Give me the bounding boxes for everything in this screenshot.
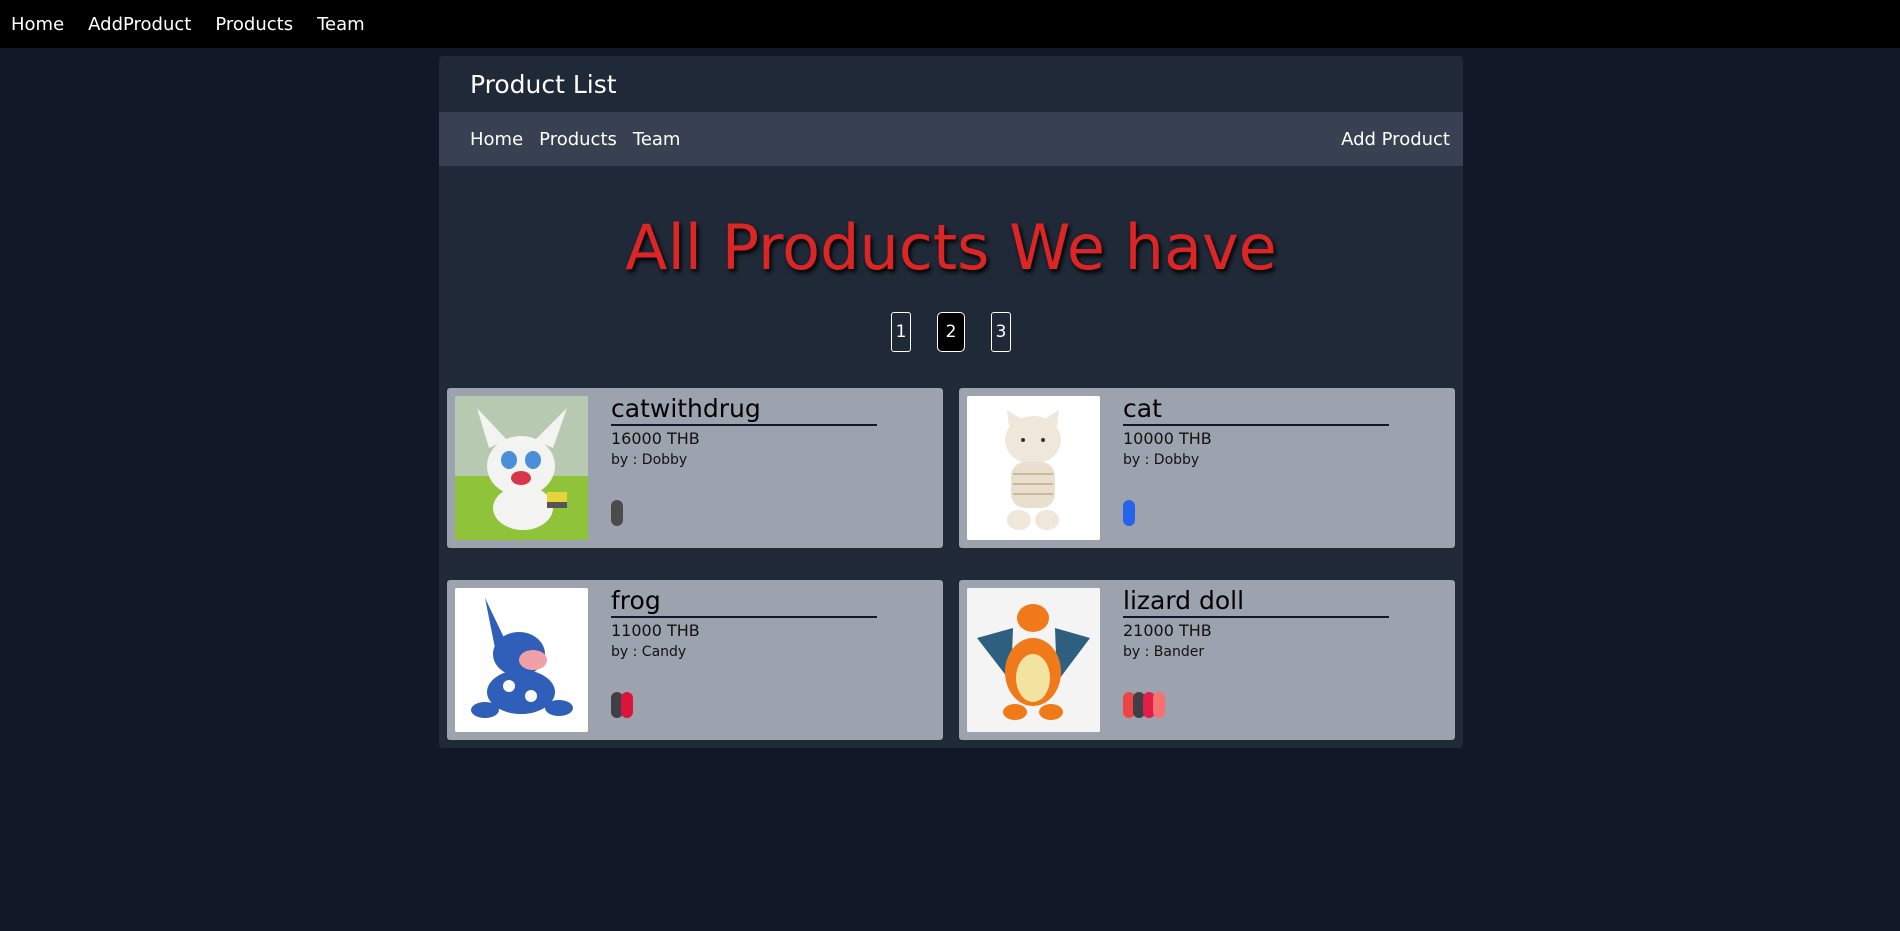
topnav-products-link[interactable]: Products — [215, 14, 293, 35]
product-price: 10000 THB — [1123, 429, 1212, 448]
page-button-1[interactable]: 1 — [891, 312, 911, 352]
page-heading: All Products We have — [625, 211, 1277, 284]
product-image[interactable] — [967, 396, 1100, 540]
product-price: 21000 THB — [1123, 621, 1212, 640]
product-seller: by : Dobby — [611, 452, 688, 468]
product-card[interactable]: catwithdrug 16000 THB by : Dobby — [447, 388, 943, 548]
product-name[interactable]: cat — [1123, 394, 1389, 426]
color-swatches — [611, 500, 623, 526]
cat-plush-image — [967, 396, 1100, 540]
product-name[interactable]: frog — [611, 586, 877, 618]
subnav-home-link[interactable]: Home — [470, 129, 523, 150]
top-navbar: Home AddProduct Products Team — [0, 0, 1900, 48]
gatomon-plush-image — [455, 396, 588, 540]
product-price: 16000 THB — [611, 429, 700, 448]
color-swatches — [611, 692, 633, 718]
product-image[interactable] — [455, 396, 588, 540]
pagination: 1 2 3 — [439, 312, 1463, 352]
color-swatch[interactable] — [1123, 500, 1135, 526]
subnav-add-product-link[interactable]: Add Product — [1341, 129, 1450, 150]
color-swatches — [1123, 692, 1165, 718]
subnav-products-link[interactable]: Products — [539, 129, 617, 150]
product-seller: by : Dobby — [1123, 452, 1200, 468]
page-button-2[interactable]: 2 — [937, 312, 965, 352]
product-price: 11000 THB — [611, 621, 700, 640]
product-card[interactable]: lizard doll 21000 THB by : Bander — [959, 580, 1455, 740]
page-button-3[interactable]: 3 — [991, 312, 1011, 352]
panel-title: Product List — [470, 69, 617, 99]
product-image[interactable] — [455, 588, 588, 732]
product-seller: by : Candy — [611, 644, 687, 660]
product-seller: by : Bander — [1123, 644, 1205, 660]
product-card[interactable]: cat 10000 THB by : Dobby — [959, 388, 1455, 548]
topnav-home-link[interactable]: Home — [11, 14, 64, 35]
product-name[interactable]: catwithdrug — [611, 394, 877, 426]
greninja-plush-image — [455, 588, 588, 732]
color-swatch[interactable] — [621, 692, 633, 718]
product-card[interactable]: frog 11000 THB by : Candy — [447, 580, 943, 740]
topnav-addproduct-link[interactable]: AddProduct — [88, 14, 191, 35]
topnav-team-link[interactable]: Team — [317, 14, 365, 35]
color-swatch[interactable] — [611, 500, 623, 526]
subnav-team-link[interactable]: Team — [633, 129, 681, 150]
product-name[interactable]: lizard doll — [1123, 586, 1389, 618]
color-swatch[interactable] — [1153, 692, 1165, 718]
color-swatches — [1123, 500, 1135, 526]
charizard-plush-image — [967, 588, 1100, 732]
sub-navbar: Home Products Team Add Product — [439, 112, 1463, 166]
product-image[interactable] — [967, 588, 1100, 732]
